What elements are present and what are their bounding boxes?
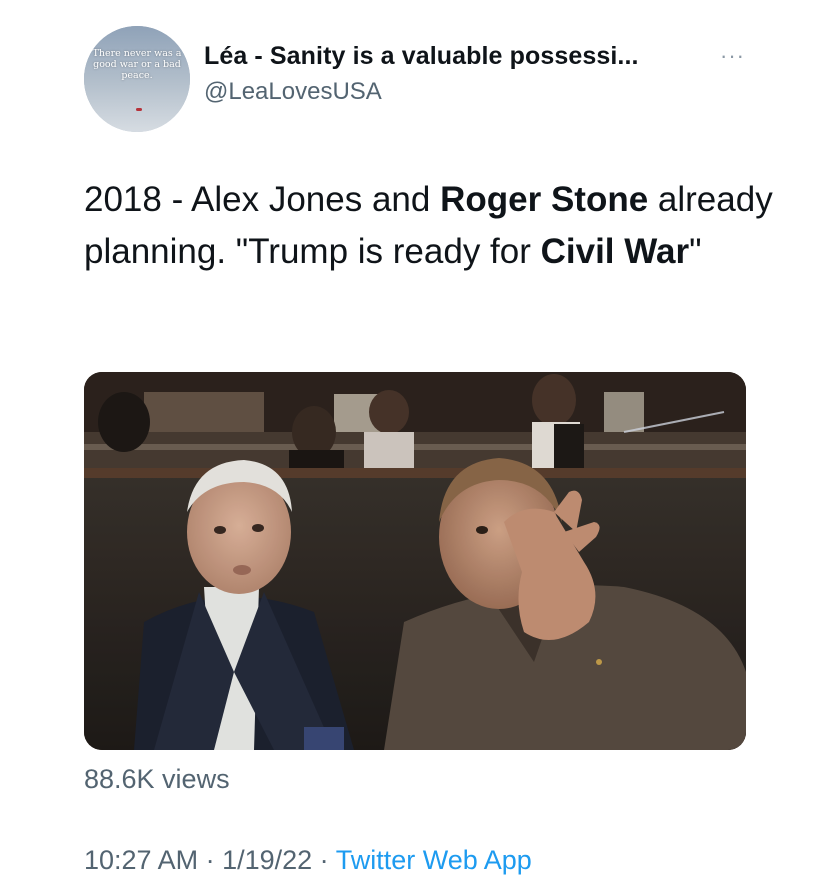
tweet-text-bold-phrase: Civil War	[540, 232, 690, 271]
tweet-date[interactable]: 1/19/22	[222, 845, 312, 875]
tweet-source-link[interactable]: Twitter Web App	[336, 845, 532, 875]
tweet-metadata: 10:27 AM · 1/19/22 · Twitter Web App	[84, 845, 532, 876]
display-name[interactable]: Léa - Sanity is a valuable possessi...	[204, 42, 639, 71]
avatar-plane-mark	[136, 108, 142, 111]
avatar[interactable]: There never was a good war or a bad peac…	[84, 26, 190, 132]
tweet-text-bold-name: Roger Stone	[440, 180, 649, 219]
meta-separator: ·	[198, 845, 223, 875]
avatar-quote-text: There never was a good war or a bad peac…	[92, 48, 182, 81]
user-handle[interactable]: @LeaLovesUSA	[204, 78, 382, 106]
tweet-text-part: 2018 - Alex Jones and	[84, 180, 441, 219]
more-dots-icon[interactable]: ···	[720, 45, 745, 67]
tweet-text: 2018 - Alex Jones and Roger Stone alread…	[84, 174, 774, 278]
video-still-image	[84, 372, 746, 750]
tweet-media-video[interactable]	[84, 372, 746, 750]
meta-separator: ·	[312, 845, 336, 875]
view-count: 88.6K views	[84, 764, 230, 794]
tweet-header: There never was a good war or a bad peac…	[84, 22, 804, 132]
tweet-text-part: "	[689, 232, 702, 271]
tweet-time[interactable]: 10:27 AM	[84, 845, 198, 875]
